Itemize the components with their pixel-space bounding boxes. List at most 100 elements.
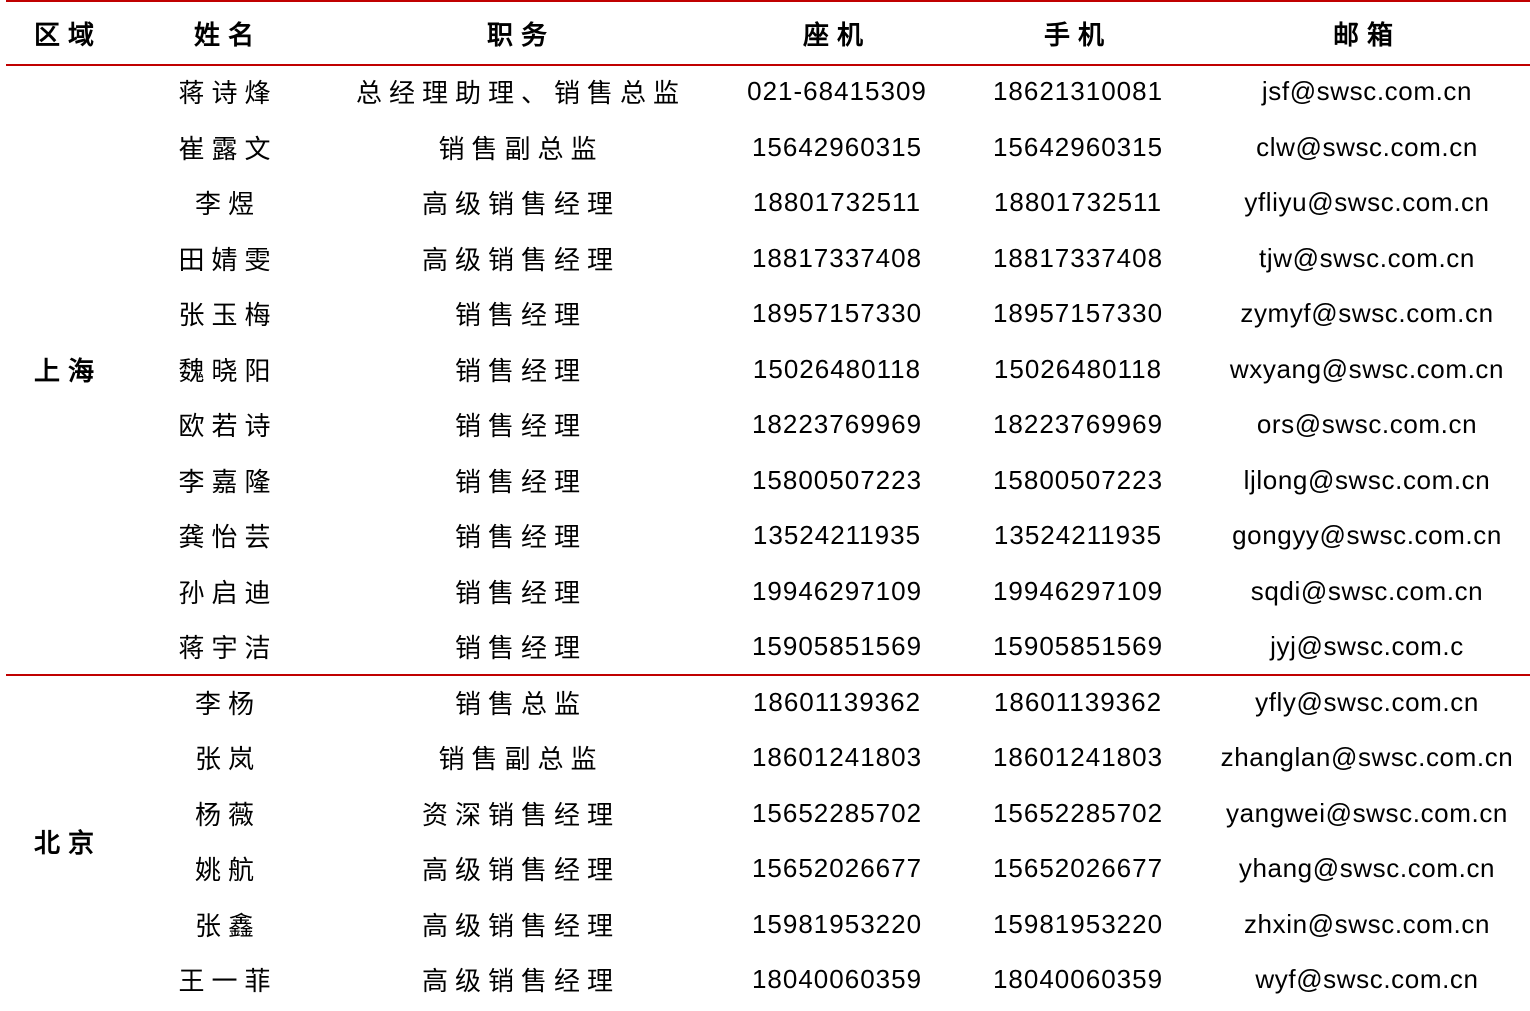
name-cell: 张鑫 xyxy=(194,911,261,942)
mobile-cell: 18957157330 xyxy=(992,298,1164,329)
name-cell: 李嘉隆 xyxy=(178,467,278,498)
title-cell: 高级销售经理 xyxy=(421,245,620,276)
region-cell: 北京 xyxy=(33,828,102,859)
header-name: 姓名 xyxy=(193,20,262,51)
name-cell: 龚怡芸 xyxy=(178,523,278,554)
email-cell: zhanglan@swsc.com.cn xyxy=(1220,742,1514,773)
title-cell: 销售总监 xyxy=(454,689,587,720)
name-cell: 姚航 xyxy=(194,856,261,887)
name-cell: 蒋诗烽 xyxy=(178,79,278,110)
table-row: 蒋宇洁 销售经理 15905851569 15905851569 jyj@swsc.co… xyxy=(0,619,1530,675)
email-cell: clw@swsc.com.cn xyxy=(1256,131,1478,162)
name-cell: 欧若诗 xyxy=(178,412,278,443)
table-row: 姚航 高级销售经理 15652026677 15652026677 yhang@swsc… xyxy=(0,841,1530,897)
landline-cell: 18817337408 xyxy=(751,242,923,273)
contact-table-page: 区域 姓名 职务 座机 手机 邮箱 上海 蒋诗烽 总经理助理、销售总监 021-684… xyxy=(0,0,1530,1011)
mobile-cell: 15652285702 xyxy=(992,797,1164,828)
table-row: 田婧雯 高级销售经理 18817337408 18817337408 tjw@swsc.… xyxy=(0,231,1530,287)
email-cell: yangwei@swsc.com.cn xyxy=(1226,797,1508,828)
table-row: 李嘉隆 销售经理 15800507223 15800507223 ljlong@swsc… xyxy=(0,453,1530,509)
landline-cell: 19946297109 xyxy=(751,575,923,606)
name-cell: 李煜 xyxy=(194,190,261,221)
name-cell: 张岚 xyxy=(194,745,261,776)
header-email: 邮箱 xyxy=(1332,20,1401,51)
name-cell: 孙启迪 xyxy=(178,578,278,609)
name-cell: 李杨 xyxy=(194,689,261,720)
header-landline: 座机 xyxy=(802,20,871,51)
title-cell: 销售经理 xyxy=(454,467,587,498)
email-cell: wyf@swsc.com.cn xyxy=(1255,964,1479,995)
mobile-cell: 15642960315 xyxy=(992,131,1164,162)
title-cell: 资深销售经理 xyxy=(421,800,620,831)
email-cell: yhang@swsc.com.cn xyxy=(1238,853,1496,884)
landline-cell: 15642960315 xyxy=(751,131,923,162)
title-cell: 销售经理 xyxy=(454,356,587,387)
table-row: 崔露文 销售副总监 15642960315 15642960315 clw@swsc.c… xyxy=(0,120,1530,176)
landline-cell: 18040060359 xyxy=(751,964,923,995)
mobile-cell: 18621310081 xyxy=(992,76,1164,107)
name-cell: 魏晓阳 xyxy=(178,356,278,387)
mobile-cell: 18040060359 xyxy=(992,964,1164,995)
email-cell: jsf@swsc.com.cn xyxy=(1261,76,1473,107)
table-row: 魏晓阳 销售经理 15026480118 15026480118 wxyang@swsc… xyxy=(0,342,1530,398)
email-cell: tjw@swsc.com.cn xyxy=(1259,242,1475,273)
email-cell: yfliyu@swsc.com.cn xyxy=(1244,187,1490,218)
email-cell: yfly@swsc.com.cn xyxy=(1255,686,1479,717)
mobile-cell: 18223769969 xyxy=(992,409,1164,440)
landline-cell: 13524211935 xyxy=(752,520,922,551)
landline-cell: 15905851569 xyxy=(751,631,923,662)
landline-cell: 15026480118 xyxy=(752,353,922,384)
title-cell: 高级销售经理 xyxy=(421,190,620,221)
name-cell: 张玉梅 xyxy=(178,301,278,332)
title-cell: 销售经理 xyxy=(454,523,587,554)
header-mobile: 手机 xyxy=(1043,20,1112,51)
mobile-cell: 15905851569 xyxy=(992,631,1164,662)
landline-cell: 021-68415309 xyxy=(747,76,927,107)
title-cell: 销售经理 xyxy=(454,412,587,443)
title-cell: 销售副总监 xyxy=(438,745,604,776)
table-row: 张岚 销售副总监 18601241803 18601241803 zhanglan@sw… xyxy=(0,730,1530,786)
landline-cell: 15800507223 xyxy=(751,464,923,495)
table-row: 杨薇 资深销售经理 15652285702 15652285702 yangwei@sw… xyxy=(0,786,1530,842)
table-row: 孙启迪 销售经理 19946297109 19946297109 sqdi@swsc.c… xyxy=(0,564,1530,620)
landline-cell: 18601139362 xyxy=(752,686,922,717)
name-cell: 蒋宇洁 xyxy=(178,634,278,665)
email-cell: jyj@swsc.com.c xyxy=(1270,631,1464,662)
landline-cell: 15652026677 xyxy=(751,853,923,884)
title-cell: 销售经理 xyxy=(454,578,587,609)
landline-cell: 15652285702 xyxy=(751,797,923,828)
header-region: 区域 xyxy=(33,20,102,51)
table-row: 张鑫 高级销售经理 15981953220 15981953220 zhxin@swsc… xyxy=(0,897,1530,953)
table-body: 上海 蒋诗烽 总经理助理、销售总监 021-68415309 18621310081 js… xyxy=(0,64,1530,1008)
landline-cell: 18601241803 xyxy=(751,742,923,773)
title-cell: 高级销售经理 xyxy=(421,967,620,998)
mobile-cell: 15981953220 xyxy=(992,908,1164,939)
landline-cell: 15981953220 xyxy=(751,908,923,939)
landline-cell: 18957157330 xyxy=(751,298,923,329)
title-cell: 总经理助理、销售总监 xyxy=(355,79,686,110)
region-cell: 上海 xyxy=(33,356,102,387)
title-cell: 销售经理 xyxy=(454,634,587,665)
mobile-cell: 18817337408 xyxy=(992,242,1164,273)
table-header: 区域 姓名 职务 座机 手机 邮箱 xyxy=(0,2,1530,64)
mobile-cell: 18601241803 xyxy=(992,742,1164,773)
table-row: 上海 蒋诗烽 总经理助理、销售总监 021-68415309 18621310081 js… xyxy=(0,64,1530,387)
title-cell: 高级销售经理 xyxy=(421,856,620,887)
name-cell: 田婧雯 xyxy=(178,245,278,276)
table-row: 龚怡芸 销售经理 13524211935 13524211935 gongyy@swsc… xyxy=(0,508,1530,564)
table-row: 北京 李杨 销售总监 18601139362 18601139362 yfly@swsc.… xyxy=(0,675,1530,859)
name-cell: 杨薇 xyxy=(194,800,261,831)
mobile-cell: 19946297109 xyxy=(992,575,1164,606)
email-cell: gongyy@swsc.com.cn xyxy=(1232,520,1502,551)
table-row: 欧若诗 销售经理 18223769969 18223769969 ors@swsc.co… xyxy=(0,397,1530,453)
table-row: 张玉梅 销售经理 18957157330 18957157330 zymyf@swsc.… xyxy=(0,286,1530,342)
landline-cell: 18223769969 xyxy=(751,409,923,440)
mobile-cell: 15800507223 xyxy=(992,464,1164,495)
mobile-cell: 18601139362 xyxy=(993,686,1163,717)
title-cell: 销售经理 xyxy=(454,301,587,332)
table-row: 李煜 高级销售经理 18801732511 18801732511 yfliyu@sws… xyxy=(0,175,1530,231)
email-cell: sqdi@swsc.com.cn xyxy=(1250,575,1484,606)
email-cell: ljlong@swsc.com.cn xyxy=(1243,464,1491,495)
mobile-cell: 15026480118 xyxy=(993,353,1163,384)
mobile-cell: 15652026677 xyxy=(992,853,1164,884)
